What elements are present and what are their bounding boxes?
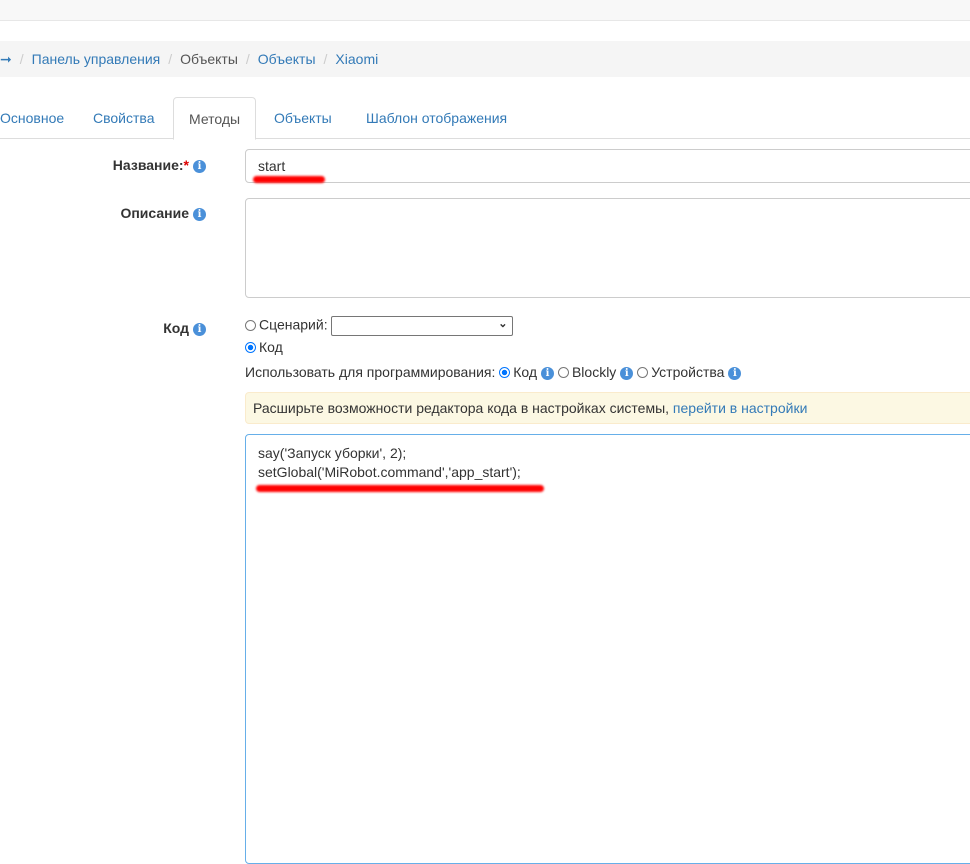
breadcrumb-xiaomi[interactable]: Xiaomi [335, 51, 378, 67]
mode-devices-radio[interactable] [637, 367, 649, 378]
code-radio[interactable] [245, 342, 256, 353]
scenario-radio[interactable] [245, 319, 256, 331]
tab-objects[interactable]: Объекты [259, 97, 347, 137]
info-icon[interactable]: i [193, 160, 206, 173]
mode-blockly-radio[interactable] [557, 367, 569, 378]
tab-bar: Основное Свойства Методы Объекты Шаблон … [0, 97, 970, 140]
home-icon[interactable]: ➞ [0, 51, 12, 68]
chevron-down-icon: ⌄ [498, 318, 508, 330]
scenario-select[interactable]: ⌄ [331, 316, 514, 336]
mode-code-radio[interactable] [499, 367, 511, 378]
scenario-option[interactable]: Сценарий: ⌄ [245, 316, 514, 336]
info-icon[interactable]: i [728, 367, 742, 380]
top-navbar [0, 0, 970, 21]
red-marker [253, 176, 325, 183]
programming-mode: Использовать для программирования: Код i … [245, 364, 742, 380]
tab-display-template[interactable]: Шаблон отображения [351, 97, 522, 137]
code-option[interactable]: Код [245, 339, 283, 355]
breadcrumb-objects: Объекты [180, 51, 238, 67]
breadcrumb-objects-link[interactable]: Объекты [258, 51, 316, 67]
description-textarea[interactable] [245, 198, 970, 298]
description-label: Описание i [120, 205, 206, 221]
code-editor[interactable]: say('Запуск уборки', 2); setGlobal('MiRo… [245, 434, 970, 864]
info-icon[interactable]: i [620, 367, 634, 380]
name-input[interactable]: start [245, 149, 970, 183]
tab-properties[interactable]: Свойства [78, 97, 169, 137]
tab-main[interactable]: Основное [0, 97, 79, 137]
breadcrumb-control-panel[interactable]: Панель управления [32, 51, 161, 67]
code-label: Код i [163, 320, 206, 336]
tab-methods[interactable]: Методы [173, 97, 257, 140]
breadcrumb: ➞ / Панель управления / Объекты / Объекты / … [0, 41, 970, 77]
name-label: Название:* i [113, 157, 206, 173]
settings-link[interactable]: перейти в настройки [673, 400, 807, 416]
code-line: setGlobal('MiRobot.command','app_start')… [258, 464, 521, 480]
info-icon[interactable]: i [193, 208, 206, 221]
info-icon[interactable]: i [193, 323, 206, 336]
red-marker [256, 485, 544, 492]
info-icon[interactable]: i [541, 367, 555, 380]
editor-settings-alert: Расширьте возможности редактора кода в н… [245, 392, 970, 424]
code-line: say('Запуск уборки', 2); [258, 445, 407, 461]
